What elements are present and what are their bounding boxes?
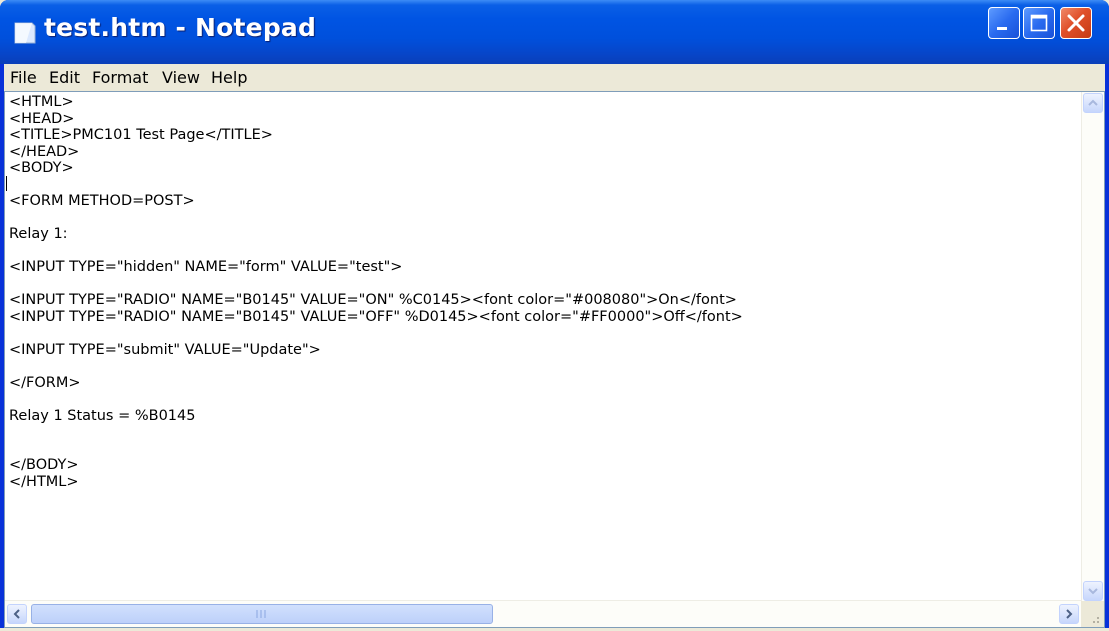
notepad-window: test.htm - Notepad File Edit Format View… — [0, 0, 1109, 628]
maximize-icon — [1030, 14, 1048, 32]
horizontal-scroll-thumb[interactable] — [31, 604, 493, 624]
editor-line: </HTML> — [9, 473, 79, 490]
editor-line: <INPUT TYPE="submit" VALUE="Update"> — [9, 341, 321, 358]
menu-format[interactable]: Format — [92, 68, 148, 87]
editor-line: </BODY> — [9, 457, 79, 473]
resize-grip[interactable] — [1081, 601, 1104, 627]
close-icon — [1067, 14, 1085, 32]
notepad-icon — [14, 22, 36, 44]
menu-edit[interactable]: Edit — [49, 68, 80, 87]
vertical-scrollbar[interactable] — [1081, 92, 1104, 602]
editor-line: <INPUT TYPE="RADIO" NAME="B0145" VALUE="… — [9, 308, 743, 325]
editor-line: </HEAD> — [9, 143, 80, 160]
scroll-right-button[interactable] — [1059, 604, 1079, 624]
scroll-down-button[interactable] — [1083, 581, 1103, 601]
chevron-up-icon — [1088, 99, 1098, 106]
menu-file[interactable]: File — [10, 68, 37, 87]
maximize-button[interactable] — [1023, 7, 1055, 39]
chevron-down-icon — [1088, 588, 1098, 595]
menu-help[interactable]: Help — [211, 68, 247, 87]
text-editor[interactable]: <HTML> <HEAD> <TITLE>PMC101 Test Page</TIT… — [9, 94, 1084, 601]
editor-line: <FORM METHOD=POST> — [9, 193, 195, 209]
resize-grip-icon — [1093, 617, 1099, 623]
close-button[interactable] — [1060, 7, 1092, 39]
editor-line: <INPUT TYPE="hidden" NAME="form" VALUE="… — [9, 259, 403, 275]
horizontal-scrollbar[interactable] — [5, 600, 1082, 627]
scroll-up-button[interactable] — [1083, 93, 1103, 113]
menu-bar: File Edit Format View Help — [4, 64, 1105, 92]
editor-area[interactable]: <HTML> <HEAD> <TITLE>PMC101 Test Page</TIT… — [4, 91, 1105, 628]
text-caret — [6, 176, 7, 191]
chevron-left-icon — [13, 609, 20, 619]
grip-icon — [256, 610, 266, 618]
editor-line: Relay 1: — [9, 226, 68, 242]
editor-line: <TITLE>PMC101 Test Page</TITLE> — [9, 127, 273, 143]
window-title: test.htm - Notepad — [44, 13, 317, 42]
title-bar[interactable]: test.htm - Notepad — [0, 0, 1109, 64]
editor-line: <BODY> — [9, 160, 74, 176]
editor-line: <HEAD> — [9, 110, 75, 127]
minimize-icon — [997, 27, 1007, 30]
editor-line: <HTML> — [9, 94, 74, 110]
menu-view[interactable]: View — [162, 68, 200, 87]
editor-line: Relay 1 Status = %B0145 — [9, 407, 196, 424]
scroll-left-button[interactable] — [7, 604, 27, 624]
editor-line: </FORM> — [9, 374, 81, 391]
editor-line: <INPUT TYPE="RADIO" NAME="B0145" VALUE="… — [9, 292, 737, 308]
minimize-button[interactable] — [988, 7, 1020, 39]
chevron-right-icon — [1066, 609, 1073, 619]
